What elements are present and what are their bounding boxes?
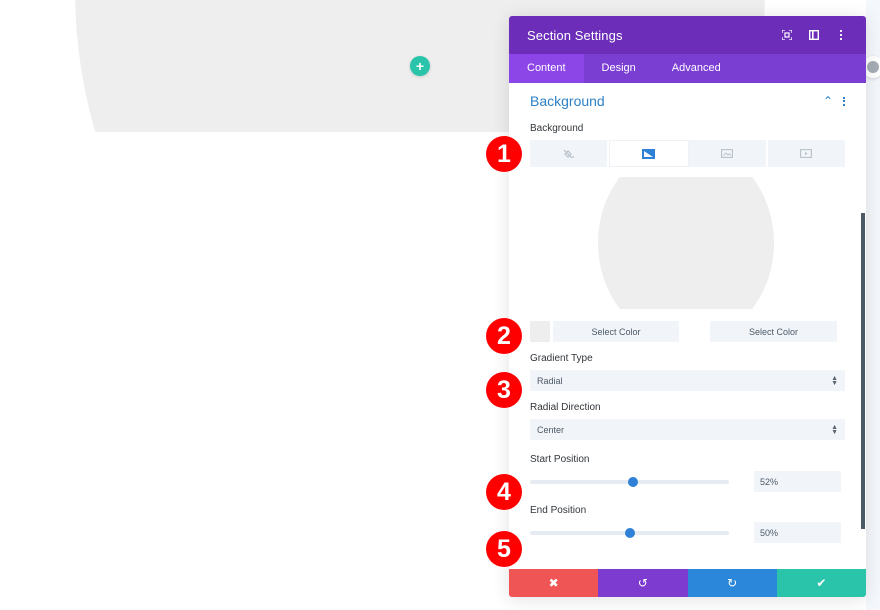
callout-1: 1 — [486, 136, 522, 172]
side-panel-strip — [866, 0, 880, 610]
save-button[interactable]: ✔ — [776, 569, 866, 597]
start-color-button[interactable]: Select Color — [553, 321, 679, 342]
start-color-swatch[interactable] — [530, 321, 550, 342]
background-section-header[interactable]: Background ⌃ — [530, 83, 845, 119]
end-color-button[interactable]: Select Color — [710, 321, 837, 342]
callout-3: 3 — [486, 372, 522, 408]
tab-design[interactable]: Design — [584, 54, 654, 83]
plus-icon: + — [415, 58, 425, 74]
gradient-type-select[interactable]: Radial ▲ ▼ — [530, 370, 845, 391]
start-position-input[interactable]: 52% — [754, 471, 841, 492]
close-icon: ✖ — [548, 576, 559, 590]
radial-direction-select[interactable]: Center ▲ ▼ — [530, 419, 845, 440]
globe-icon — [867, 61, 879, 73]
select-arrows-icon: ▲ ▼ — [831, 423, 838, 436]
tab-advanced[interactable]: Advanced — [654, 54, 739, 83]
section-title: Background — [530, 93, 605, 109]
undo-icon: ↺ — [637, 576, 648, 590]
background-type-tabs — [530, 140, 845, 167]
end-position-control: 50% — [530, 522, 845, 543]
bg-type-image[interactable] — [689, 140, 768, 167]
gradient-type-value: Radial — [537, 375, 563, 386]
gradient-colors-row: Select Color Select Color — [530, 321, 845, 342]
callout-2: 2 — [486, 318, 522, 354]
select-arrows-icon: ▲ ▼ — [831, 374, 838, 387]
modal-scrollbar[interactable] — [861, 213, 865, 529]
section-options-icon[interactable] — [843, 96, 845, 106]
split-view-icon[interactable] — [807, 28, 821, 42]
fullscreen-icon[interactable] — [780, 28, 794, 42]
section-settings-modal: Section Settings Content Design Advanced… — [509, 16, 866, 597]
radial-direction-value: Center — [537, 424, 565, 435]
end-position-label: End Position — [530, 505, 587, 516]
end-position-slider[interactable] — [530, 527, 729, 538]
start-position-slider[interactable] — [530, 476, 729, 487]
video-icon — [800, 149, 813, 158]
end-position-input[interactable]: 50% — [754, 522, 841, 543]
callout-5: 5 — [486, 531, 522, 567]
bg-type-gradient[interactable] — [609, 140, 689, 167]
bg-type-none[interactable] — [530, 140, 610, 167]
add-module-button[interactable]: + — [410, 56, 430, 76]
callout-4: 4 — [486, 474, 522, 510]
page: + Section Settings Content Design Advanc… — [0, 0, 880, 610]
background-field-label: Background — [530, 123, 584, 134]
end-position-thumb[interactable] — [624, 527, 635, 538]
tab-content[interactable]: Content — [509, 54, 584, 83]
gradient-preview-shape — [598, 177, 774, 309]
gradient-type-label: Gradient Type — [530, 353, 593, 364]
image-icon — [721, 149, 734, 158]
check-icon: ✔ — [816, 576, 827, 590]
radial-direction-label: Radial Direction — [530, 402, 601, 413]
bg-type-video[interactable] — [768, 140, 845, 167]
gradient-icon — [642, 148, 656, 159]
redo-button[interactable]: ↻ — [687, 569, 777, 597]
cancel-button[interactable]: ✖ — [509, 569, 599, 597]
gradient-preview — [530, 169, 845, 309]
chevron-up-icon[interactable]: ⌃ — [823, 94, 833, 108]
undo-button[interactable]: ↺ — [598, 569, 688, 597]
start-position-label: Start Position — [530, 454, 590, 465]
modal-body: Background ⌃ Background Select Color Sel… — [509, 83, 866, 568]
start-position-thumb[interactable] — [628, 476, 639, 487]
modal-title: Section Settings — [527, 27, 623, 43]
modal-header: Section Settings — [509, 16, 866, 54]
more-options-icon[interactable] — [834, 28, 848, 42]
redo-icon: ↻ — [727, 576, 738, 590]
no-background-icon — [563, 149, 575, 158]
start-position-control: 52% — [530, 471, 845, 492]
modal-footer: ✖ ↺ ↻ ✔ — [509, 569, 866, 597]
settings-tabs: Content Design Advanced — [509, 54, 866, 83]
